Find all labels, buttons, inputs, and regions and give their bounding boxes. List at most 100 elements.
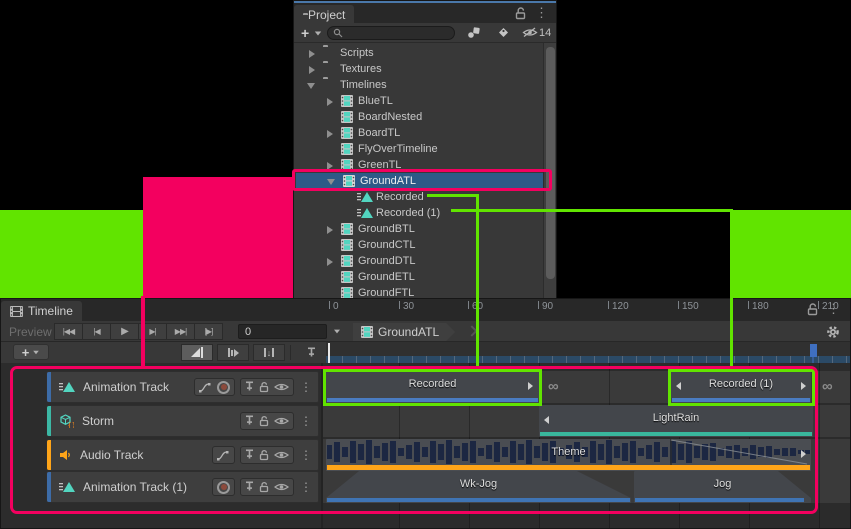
- animation-clip-icon: [357, 191, 373, 203]
- tab-timeline[interactable]: Timeline: [1, 301, 82, 321]
- current-frame-input[interactable]: 0: [238, 324, 327, 339]
- annotation-green-line-recorded-1-v: [730, 209, 733, 368]
- ruler-tick-150: 150: [682, 301, 699, 312]
- timeline-toolbar: Preview |◀◀ |◀ ▶ ▶| ▶▶| [▶] 0 GroundATL: [1, 321, 850, 342]
- collapse-arrow-icon[interactable]: [307, 83, 315, 89]
- folder-icon: [323, 47, 335, 59]
- annotation-magenta-block: [143, 177, 293, 298]
- annotation-green-line-recorded-h: [427, 194, 479, 197]
- expand-arrow-icon[interactable]: [327, 130, 333, 138]
- add-track-button[interactable]: +: [13, 344, 49, 360]
- create-asset-dropdown-icon[interactable]: [315, 32, 321, 36]
- tree-item-scripts[interactable]: Scripts: [294, 45, 546, 61]
- project-window: Project ⋮ +: [293, 0, 557, 300]
- search-input[interactable]: [327, 26, 455, 40]
- tree-item-boardnested[interactable]: BoardNested: [294, 109, 546, 125]
- folder-icon: [323, 63, 335, 75]
- expand-arrow-icon[interactable]: [309, 66, 315, 74]
- filter-by-type-icon[interactable]: [467, 26, 481, 39]
- annotation-magenta-connector-line: [141, 296, 145, 368]
- hidden-count-eye-icon[interactable]: [522, 27, 538, 38]
- tree-item-grounddtl[interactable]: GroundDTL: [294, 253, 546, 269]
- infinite-clip-symbol: ∞: [822, 378, 833, 395]
- play-button[interactable]: ▶: [110, 323, 139, 340]
- breadcrumb-label: GroundATL: [378, 325, 439, 339]
- timeline-asset-icon: [341, 143, 353, 155]
- annotation-green-block-left: [0, 210, 143, 298]
- timeline-asset-icon: [341, 95, 353, 107]
- hidden-count: 14: [539, 27, 551, 39]
- folder-open-icon: [323, 79, 335, 91]
- tree-item-groundctl[interactable]: GroundCTL: [294, 237, 546, 253]
- ruler-tick-210: 210: [822, 301, 839, 312]
- transport-controls: |◀◀ |◀ ▶ ▶| ▶▶| [▶]: [55, 323, 223, 340]
- replace-mode-icon: [264, 348, 266, 357]
- expand-arrow-icon[interactable]: [309, 50, 315, 58]
- expand-arrow-icon[interactable]: [327, 98, 333, 106]
- kebab-menu-icon[interactable]: ⋮: [535, 6, 548, 20]
- tree-item-timelines[interactable]: Timelines: [294, 77, 546, 93]
- timeline-asset-icon: [341, 111, 353, 123]
- tree-item-recorded[interactable]: Recorded: [294, 189, 546, 205]
- project-scrollbar-thumb[interactable]: [546, 47, 555, 279]
- play-range-button[interactable]: [▶]: [194, 323, 223, 340]
- project-toolbar: + 14: [294, 23, 556, 43]
- timeline-asset-icon: [361, 326, 373, 338]
- timeline-asset-icon: [341, 255, 353, 267]
- marker-toggle-button[interactable]: [297, 344, 325, 361]
- tree-item-groundetl[interactable]: GroundETL: [294, 269, 546, 285]
- timeline-tab-label: Timeline: [28, 304, 73, 318]
- timeline-tabbar: Timeline ⋮: [1, 299, 850, 321]
- animation-clip-icon: [357, 207, 373, 219]
- tree-item-flyovertimeline[interactable]: FlyOverTimeline: [294, 141, 546, 157]
- mix-mode-button[interactable]: [181, 344, 213, 361]
- expand-arrow-icon[interactable]: [327, 258, 333, 266]
- unlock-icon[interactable]: [807, 303, 818, 316]
- timeline-end-marker[interactable]: [810, 344, 817, 357]
- ripple-mode-button[interactable]: [217, 344, 249, 361]
- annotation-green-line-recorded-v: [476, 194, 479, 368]
- pin-icon: [307, 347, 316, 359]
- annotation-green-line-recorded-1-h: [451, 209, 733, 212]
- frame-dropdown-button[interactable]: [329, 324, 345, 339]
- timeline-asset-icon: [341, 127, 353, 139]
- tab-project[interactable]: Project: [294, 5, 354, 25]
- expand-arrow-icon[interactable]: [327, 226, 333, 234]
- tree-item-recorded-1[interactable]: Recorded (1): [294, 205, 546, 221]
- tree-item-bluetl[interactable]: BlueTL: [294, 93, 546, 109]
- tree-item-boardtl[interactable]: BoardTL: [294, 125, 546, 141]
- project-tabbar: Project ⋮: [294, 3, 556, 23]
- preview-toggle[interactable]: Preview: [9, 325, 52, 339]
- film-icon: [10, 306, 23, 317]
- ruler-range-band: [326, 356, 850, 363]
- ripple-mode-icon: [228, 348, 230, 357]
- project-tab-label: Project: [308, 8, 345, 22]
- unlock-icon[interactable]: [515, 7, 526, 20]
- annotation-green-block-right: [731, 210, 851, 298]
- annotation-pink-outline-tracks: [10, 366, 818, 514]
- ruler-tick-30: 30: [403, 301, 414, 312]
- tree-item-groundftl[interactable]: GroundFTL: [294, 285, 546, 299]
- tree-item-groundbtl[interactable]: GroundBTL: [294, 221, 546, 237]
- playhead-marker[interactable]: [328, 343, 330, 363]
- annotation-pink-outline-groundatl: [292, 169, 552, 191]
- timeline-asset-icon: [341, 223, 353, 235]
- ruler-tick-0: 0: [333, 301, 339, 312]
- ruler-tick-180: 180: [752, 301, 769, 312]
- tree-item-textures[interactable]: Textures: [294, 61, 546, 77]
- replace-mode-button[interactable]: ↓: [253, 344, 285, 361]
- timeline-asset-icon: [341, 239, 353, 251]
- breadcrumb[interactable]: GroundATL: [353, 323, 455, 341]
- filter-by-label-icon[interactable]: [497, 26, 510, 39]
- gear-icon[interactable]: [826, 325, 840, 339]
- goto-start-button[interactable]: |◀◀: [54, 323, 83, 340]
- create-asset-button[interactable]: +: [301, 25, 309, 41]
- ruler-tick-120: 120: [612, 301, 629, 312]
- search-icon: [333, 28, 343, 38]
- goto-end-button[interactable]: ▶▶|: [166, 323, 195, 340]
- timeline-asset-icon: [341, 271, 353, 283]
- previous-frame-button[interactable]: |◀: [82, 323, 111, 340]
- mix-mode-icon: [191, 348, 200, 357]
- unity-editor-canvas: Project ⋮ +: [0, 0, 851, 529]
- ruler-tick-90: 90: [542, 301, 553, 312]
